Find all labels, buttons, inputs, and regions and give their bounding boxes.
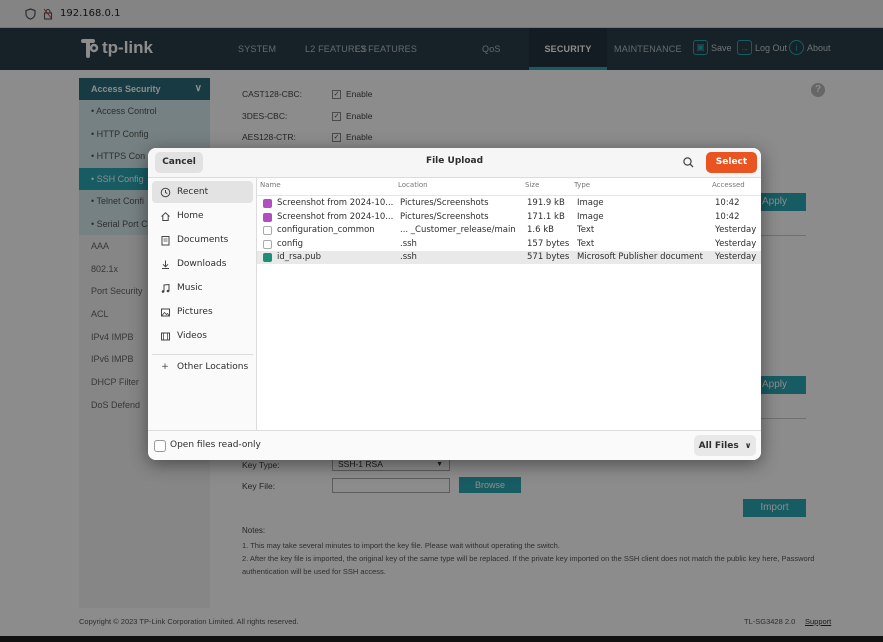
column-header-size[interactable]: Size [525,181,539,189]
bottom-edge [0,636,883,642]
image-file-icon [263,199,272,208]
file-row[interactable]: configuration_common ... _Customer_relea… [257,224,761,237]
plus-icon: + [161,362,169,372]
file-filter-dropdown[interactable]: All Files ∨ [694,435,756,456]
chevron-down-icon: ∨ [744,441,752,450]
home-icon [158,211,172,222]
music-icon [158,283,172,294]
videos-icon [158,331,172,342]
read-only-label[interactable]: Open files read-only [170,440,261,450]
column-header-location[interactable]: Location [398,181,428,189]
place-pictures[interactable]: Pictures [152,301,253,323]
column-header-name[interactable]: Name [260,181,281,189]
column-header-accessed[interactable]: Accessed [712,181,745,189]
search-icon[interactable] [682,156,695,169]
place-music[interactable]: Music [152,277,253,299]
places-sidebar: Recent Home Documents Downloads Music Pi… [148,178,257,430]
publisher-file-icon [263,253,272,262]
place-recent[interactable]: Recent [152,181,253,203]
file-row-selected[interactable]: id_rsa.pub .ssh 571 bytes Microsoft Publ… [257,251,761,265]
dialog-footer: Open files read-only All Files ∨ [148,430,761,460]
pictures-icon [158,307,172,318]
file-list: Name Location Size Type Accessed Screens… [257,178,761,430]
text-file-icon [263,239,272,249]
select-button[interactable]: Select [706,152,757,173]
place-downloads[interactable]: Downloads [152,253,253,275]
place-home[interactable]: Home [152,205,253,227]
file-row[interactable]: config .ssh 157 bytes Text Yesterday [257,238,761,251]
place-videos[interactable]: Videos [152,325,253,347]
file-row[interactable]: Screenshot from 2024-10... Pictures/Scre… [257,197,761,210]
dialog-header: Cancel File Upload Select [148,148,761,178]
text-file-icon [263,226,272,235]
download-icon [158,259,172,270]
file-row[interactable]: Screenshot from 2024-10... Pictures/Scre… [257,211,761,224]
read-only-checkbox[interactable] [154,440,166,452]
image-file-icon [263,212,272,222]
file-upload-dialog: Cancel File Upload Select Recent Home Do… [148,148,761,460]
header-divider [257,195,761,196]
places-divider [152,354,253,355]
dialog-title: File Upload [425,156,484,166]
documents-icon [158,235,172,246]
column-header-type[interactable]: Type [574,181,590,189]
place-other-locations[interactable]: + Other Locations [152,356,253,378]
clock-icon [158,187,172,198]
place-documents[interactable]: Documents [152,229,253,251]
